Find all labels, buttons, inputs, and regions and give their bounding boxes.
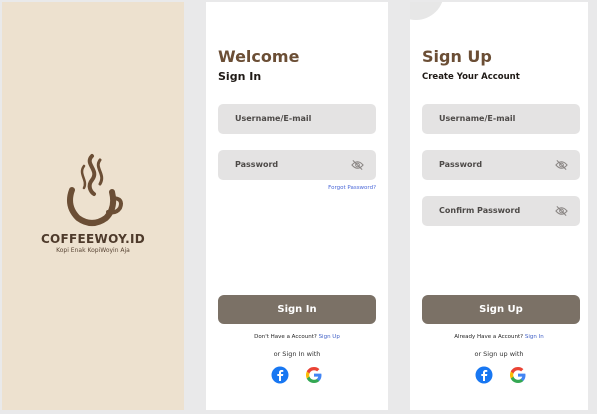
sign-up-link[interactable]: Sign Up <box>319 334 340 340</box>
username-placeholder: Username/E-mail <box>235 114 312 123</box>
brand-name: COFFEEWOY.ID <box>40 232 146 246</box>
sign-up-button[interactable]: Sign Up <box>422 295 580 324</box>
confirm-password-placeholder: Confirm Password <box>439 206 521 215</box>
facebook-icon[interactable] <box>475 366 493 384</box>
username-input[interactable]: Username/E-mail <box>422 104 580 134</box>
username-placeholder: Username/E-mail <box>439 114 516 123</box>
password-placeholder: Password <box>439 160 483 169</box>
signup-panel: Sign Up Create Your Account Username/E-m… <box>410 2 588 410</box>
page-title: Sign Up <box>422 47 492 66</box>
brand-tagline: Kopi Enak KopiWoyin Aja <box>56 247 130 254</box>
splash-panel: COFFEEWOY.ID Kopi Enak KopiWoyin Aja <box>2 2 184 410</box>
google-icon[interactable] <box>509 366 527 384</box>
page-title: Welcome <box>218 47 300 66</box>
eye-off-icon[interactable] <box>351 159 364 171</box>
password-placeholder: Password <box>235 160 279 169</box>
sign-in-link[interactable]: Sign In <box>525 334 544 340</box>
page-subtitle: Sign In <box>218 70 262 83</box>
account-prompt: Already Have a Account? <box>454 334 524 340</box>
password-input[interactable]: Password <box>422 150 580 180</box>
page-subtitle: Create Your Account <box>422 72 520 82</box>
eye-off-icon[interactable] <box>555 159 568 171</box>
facebook-icon[interactable] <box>271 366 289 384</box>
coffee-cup-logo-icon <box>67 154 123 226</box>
google-icon[interactable] <box>305 366 323 384</box>
account-prompt-row: Don't Have a Account? Sign Up <box>206 334 388 340</box>
username-input[interactable]: Username/E-mail <box>218 104 376 134</box>
confirm-password-input[interactable]: Confirm Password <box>422 196 580 226</box>
decorative-circle <box>410 2 444 20</box>
account-prompt-row: Already Have a Account? Sign In <box>410 334 588 340</box>
social-label: or Sign In with <box>273 350 321 358</box>
signin-panel: Welcome Sign In Username/E-mail Password… <box>206 2 388 410</box>
eye-off-icon[interactable] <box>555 205 568 217</box>
forgot-password-link[interactable]: Forgot Password? <box>328 185 376 191</box>
account-prompt: Don't Have a Account? <box>254 334 317 340</box>
sign-in-button[interactable]: Sign In <box>218 295 376 324</box>
password-input[interactable]: Password <box>218 150 376 180</box>
social-label: or Sign up with <box>474 350 524 358</box>
brand-logo: COFFEEWOY.ID Kopi Enak KopiWoyin Aja <box>2 150 184 254</box>
